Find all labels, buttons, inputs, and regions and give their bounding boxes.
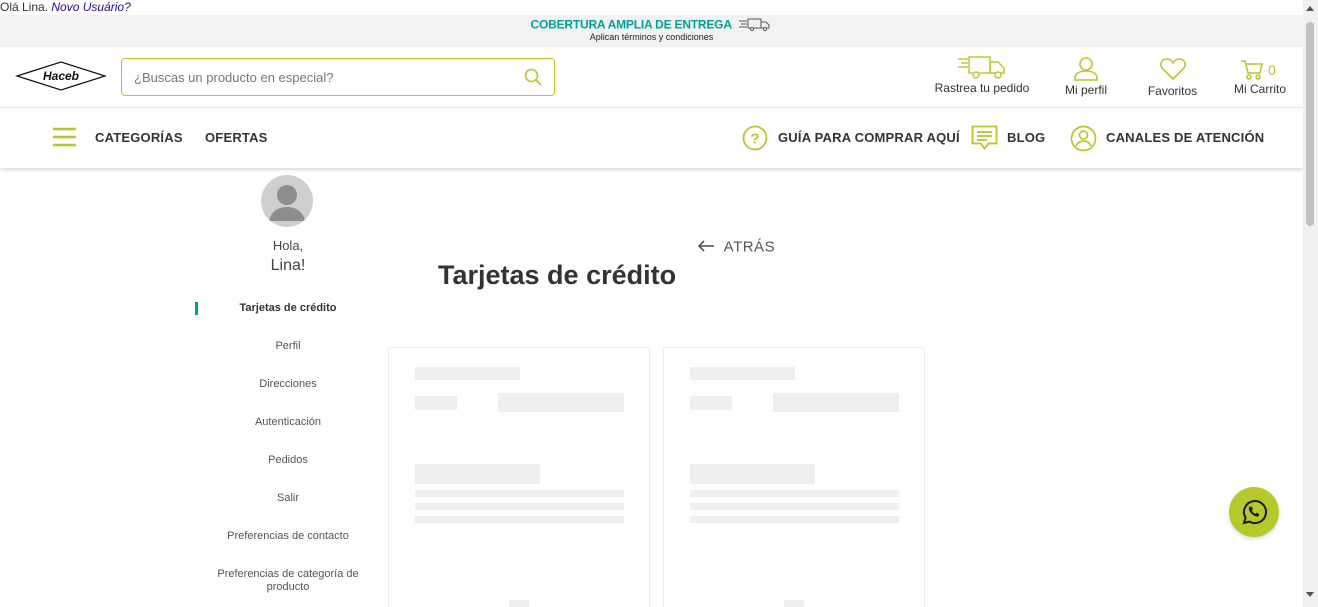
favorites-label: Favoritos [1147,84,1198,98]
scroll-up-arrow[interactable] [1306,6,1314,11]
scroll-down-arrow[interactable] [1306,592,1314,597]
page: Olá Lina. Novo Usuário? COBERTURA AMPLIA… [0,0,1318,607]
cart-label: Mi Carrito [1233,82,1286,96]
cart-count: 0 [1268,62,1276,78]
cart-button[interactable]: 0 Mi Carrito [1232,59,1288,96]
search-input[interactable] [134,67,514,87]
sidebar-hello: Hola, [272,238,304,253]
sidebar-item-logout[interactable]: Salir [195,492,381,504]
skeleton-line [415,503,624,510]
skeleton-line [690,490,899,497]
credit-card-placeholder [388,347,650,607]
svg-text:?: ? [750,131,759,148]
cart-icon: 0 [1232,59,1288,81]
question-icon: ? [742,125,768,156]
logo-text: Haceb [43,69,79,83]
sidebar-item-credit-cards[interactable]: Tarjetas de crédito [195,302,381,314]
promo-title: COBERTURA AMPLIA DE ENTREGA [530,17,732,32]
skeleton-line [690,516,899,523]
skeleton-line [415,396,457,410]
nav-offers[interactable]: OFERTAS [205,130,268,145]
sidebar-item-orders[interactable]: Pedidos [195,454,381,466]
nav-support[interactable]: CANALES DE ATENCIÓN [1106,130,1264,145]
blog-icon [971,125,998,156]
nav-categories[interactable]: CATEGORÍAS [95,130,183,145]
sidebar-username: Lina! [270,257,306,274]
skeleton-line [690,367,795,380]
profile-label: Mi perfil [1064,83,1107,97]
skeleton-line [690,503,899,510]
skeleton-line [690,464,815,484]
search-box [121,58,555,96]
promo-subtitle: Aplican términos y condiciones [589,32,714,42]
skeleton-line [415,490,624,497]
search-icon[interactable] [524,68,542,91]
skeleton-line [690,396,732,410]
skeleton-line [415,367,520,380]
back-label: ATRÁS [723,238,776,256]
heart-icon [1145,57,1200,82]
sidebar-item-category-preferences[interactable]: Preferencias de categoría de producto [195,568,381,594]
greeting-text: Olá Lina. [0,0,49,14]
skeleton-line [784,600,804,607]
favorites-button[interactable]: Favoritos [1145,57,1200,98]
profile-button[interactable]: Mi perfil [1060,56,1112,97]
sidebar-item-contact-preferences[interactable]: Preferencias de contacto [195,530,381,542]
skeleton-line [415,516,624,523]
haceb-logo[interactable]: Haceb [14,60,108,97]
track-order-button[interactable]: Rastrea tu pedido [934,55,1030,95]
skeleton-line [773,393,899,412]
scroll-thumb[interactable] [1306,22,1314,226]
page-title: Tarjetas de crédito [438,260,677,290]
greeting-bar: Olá Lina. Novo Usuário? [0,0,131,14]
nav-blog[interactable]: BLOG [1007,130,1045,145]
vertical-scrollbar[interactable] [1303,0,1318,607]
delivery-truck-icon [934,55,1030,80]
track-order-label: Rastrea tu pedido [934,81,1030,95]
promo-banner[interactable]: COBERTURA AMPLIA DE ENTREGA Aplican térm… [0,15,1303,47]
sidebar-item-authentication[interactable]: Autenticación [195,416,381,428]
new-user-link[interactable]: Novo Usuário? [51,0,130,14]
arrow-left-icon [697,239,715,256]
whatsapp-button[interactable] [1229,487,1279,537]
category-nav: CATEGORÍAS OFERTAS ? GUÍA PARA COMPRAR A… [0,107,1303,168]
user-icon [1060,56,1112,82]
skeleton-line [498,393,624,412]
support-user-icon [1070,125,1097,157]
nav-guide[interactable]: GUÍA PARA COMPRAR AQUÍ [778,130,960,145]
credit-card-placeholder [663,347,925,607]
whatsapp-icon [1240,498,1268,531]
hamburger-icon[interactable] [53,127,76,152]
sidebar-item-profile[interactable]: Perfil [195,340,381,352]
avatar [261,175,313,227]
back-link[interactable]: ATRÁS [697,238,775,256]
skeleton-line [509,600,529,607]
sidebar-item-addresses[interactable]: Direcciones [195,378,381,390]
main-header: Haceb Rastrea tu pedido [0,47,1303,107]
skeleton-line [415,464,540,484]
